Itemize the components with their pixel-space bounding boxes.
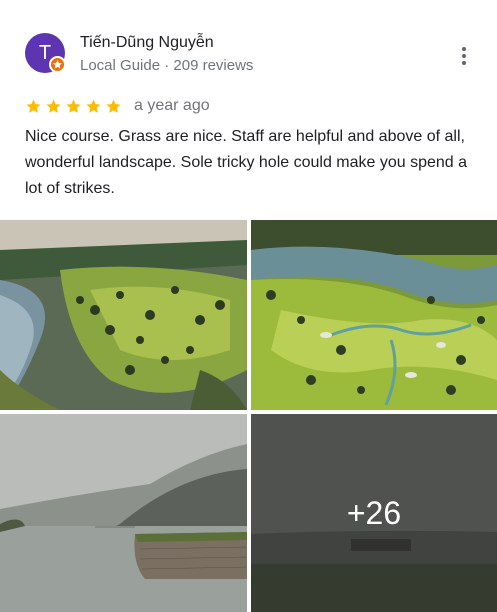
star-icon <box>26 98 41 113</box>
review-photo[interactable] <box>0 414 247 612</box>
more-vert-icon <box>462 47 466 65</box>
review-photo[interactable] <box>251 220 497 410</box>
star-rating <box>25 98 122 115</box>
more-photos-tile[interactable]: +26 <box>251 414 497 612</box>
local-guide-badge-icon <box>49 56 66 73</box>
author-name[interactable]: Tiến-Dũng Nguyễn <box>80 34 214 52</box>
review-header: T Tiến-Dũng Nguyễn Local Guide · 209 rev… <box>0 0 497 90</box>
more-options-button[interactable] <box>452 42 476 70</box>
star-icon <box>66 98 81 113</box>
author-meta: Local Guide · 209 reviews <box>80 57 254 74</box>
review-time: a year ago <box>134 97 210 114</box>
more-photos-count: +26 <box>346 494 402 531</box>
rating-row: a year ago <box>25 96 210 116</box>
photo-grid: +26 <box>0 220 497 612</box>
star-icon <box>106 98 121 113</box>
review-photo[interactable] <box>0 220 247 410</box>
more-photos-overlay[interactable]: +26 <box>251 414 497 612</box>
review-text: Nice course. Grass are nice. Staff are h… <box>25 128 468 197</box>
star-icon <box>86 98 101 113</box>
star-icon <box>46 98 61 113</box>
